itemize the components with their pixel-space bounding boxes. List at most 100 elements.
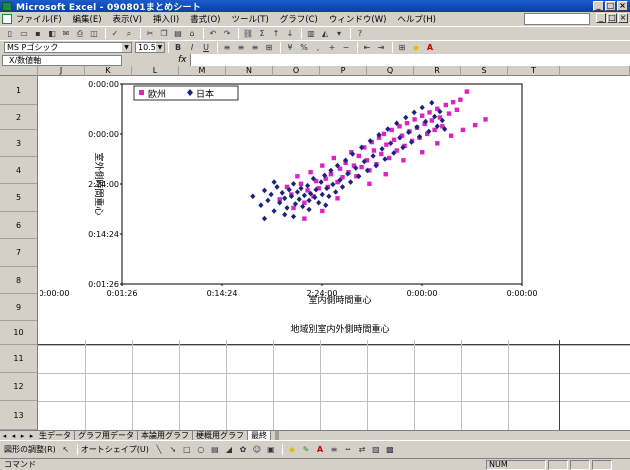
data-point-europe[interactable]: [302, 216, 307, 221]
column-header[interactable]: N: [226, 66, 273, 76]
menu-edit[interactable]: 編集(E): [73, 13, 102, 25]
row-header[interactable]: 4: [0, 157, 37, 184]
menu-help[interactable]: ヘルプ(H): [397, 13, 436, 25]
fill-color-draw-icon[interactable]: ◆: [286, 444, 298, 455]
y-axis-title[interactable]: 室外側時間重心: [93, 152, 105, 215]
chart-svg[interactable]: 0:00:000:00:002:24:000:14:240:01:26 0:00…: [40, 76, 560, 340]
data-point-europe[interactable]: [335, 196, 340, 201]
font-color-icon[interactable]: A: [424, 42, 436, 53]
italic-button[interactable]: I: [186, 42, 198, 53]
chart-wizard-icon[interactable]: ▥: [305, 28, 317, 39]
column-header-blank[interactable]: [560, 66, 630, 76]
email-icon[interactable]: ✉: [60, 28, 72, 39]
data-point-europe[interactable]: [464, 89, 469, 94]
data-point-europe[interactable]: [384, 142, 389, 147]
workbook-restore-button[interactable]: □: [607, 13, 617, 23]
data-point-europe[interactable]: [454, 107, 460, 112]
select-objects-icon[interactable]: ↖: [60, 444, 72, 455]
data-point-europe[interactable]: [391, 137, 397, 142]
row-header[interactable]: 9: [0, 294, 37, 321]
data-point-europe[interactable]: [308, 170, 313, 175]
diagram-icon[interactable]: ✿: [237, 444, 249, 455]
data-point-europe[interactable]: [320, 208, 325, 214]
data-point-europe[interactable]: [420, 150, 425, 155]
data-point-europe[interactable]: [446, 111, 452, 116]
help-icon[interactable]: ?: [354, 28, 366, 39]
copy-icon[interactable]: ❐: [158, 28, 170, 39]
3d-style-icon[interactable]: ▩: [384, 444, 396, 455]
format-painter-icon[interactable]: ⌂: [186, 28, 198, 39]
fill-color-icon[interactable]: ◆: [410, 42, 422, 53]
next-sheet-icon[interactable]: ▸: [18, 432, 27, 440]
oval-tool-icon[interactable]: ○: [195, 444, 207, 455]
font-name-select[interactable]: MS Pゴシック ▼: [4, 42, 132, 53]
data-point-europe[interactable]: [298, 181, 304, 186]
data-point-europe[interactable]: [367, 181, 372, 186]
sheet-tab-final[interactable]: 最終: [248, 430, 271, 441]
font-color-draw-icon[interactable]: A: [314, 444, 326, 455]
workbook-icon[interactable]: [2, 14, 12, 24]
sort-descending-icon[interactable]: ↓: [284, 28, 296, 39]
close-button[interactable]: ×: [617, 1, 628, 11]
row-header[interactable]: 5: [0, 184, 37, 212]
column-header[interactable]: P: [320, 66, 367, 76]
align-left-icon[interactable]: ≡: [221, 42, 233, 53]
data-point-europe[interactable]: [379, 151, 384, 157]
row-header[interactable]: 11: [0, 345, 37, 373]
merge-center-icon[interactable]: ⊞: [263, 42, 275, 53]
sheet-tab-graph-data[interactable]: グラフ用データ: [75, 430, 138, 441]
percent-button[interactable]: %: [298, 42, 310, 53]
align-center-icon[interactable]: ≡: [235, 42, 247, 53]
prev-sheet-icon[interactable]: ◂: [9, 432, 18, 440]
help-search-input[interactable]: [524, 13, 590, 25]
undo-icon[interactable]: ↶: [207, 28, 219, 39]
data-point-europe[interactable]: [386, 155, 392, 161]
zoom-icon[interactable]: ▾: [333, 28, 345, 39]
increase-decimal-icon[interactable]: +: [326, 42, 338, 53]
column-header[interactable]: S: [461, 66, 508, 76]
line-style-icon[interactable]: ≡: [328, 444, 340, 455]
data-point-europe[interactable]: [458, 97, 463, 102]
menu-insert[interactable]: 挿入(I): [153, 13, 179, 25]
rectangle-tool-icon[interactable]: □: [181, 444, 193, 455]
borders-icon[interactable]: ⊞: [396, 42, 408, 53]
new-file-icon[interactable]: ▯: [4, 28, 16, 39]
print-icon[interactable]: ⎙: [74, 28, 86, 39]
workbook-close-button[interactable]: ×: [618, 13, 628, 23]
column-header[interactable]: M: [179, 66, 226, 76]
sheet-tab-raw-data[interactable]: 生データ: [36, 430, 75, 441]
row-header[interactable]: 13: [0, 401, 37, 430]
save-icon[interactable]: ▪: [32, 28, 44, 39]
column-header[interactable]: O: [273, 66, 320, 76]
data-point-europe[interactable]: [397, 124, 402, 129]
sort-ascending-icon[interactable]: ↑: [270, 28, 282, 39]
workbook-minimize-button[interactable]: _: [596, 13, 606, 23]
data-point-europe[interactable]: [389, 127, 394, 133]
row-header[interactable]: 3: [0, 130, 37, 157]
x-axis-title[interactable]: 室内側時間重心: [308, 294, 371, 306]
minimize-button[interactable]: _: [593, 1, 604, 11]
data-point-europe[interactable]: [401, 158, 406, 163]
line-color-icon[interactable]: ✎: [300, 444, 312, 455]
comma-style-icon[interactable]: ,: [312, 42, 324, 53]
formula-input[interactable]: [190, 54, 630, 66]
underline-button[interactable]: U: [200, 42, 212, 53]
menu-window[interactable]: ウィンドウ(W): [329, 13, 387, 25]
data-point-europe[interactable]: [320, 163, 325, 168]
decrease-indent-icon[interactable]: ⇤: [361, 42, 373, 53]
line-tool-icon[interactable]: ╲: [153, 444, 165, 455]
row-header[interactable]: 12: [0, 373, 37, 401]
data-point-europe[interactable]: [359, 164, 364, 170]
chart-legend[interactable]: 欧州 日本: [133, 85, 239, 101]
sheet-tab-main-graph[interactable]: 本論用グラフ: [138, 430, 193, 441]
sheet-tab-summary-graph[interactable]: 梗概用グラフ: [193, 430, 248, 441]
name-box[interactable]: X/数値軸: [2, 54, 122, 66]
print-preview-icon[interactable]: ◫: [88, 28, 100, 39]
data-point-europe[interactable]: [331, 155, 336, 161]
menu-chart[interactable]: グラフ(C): [280, 13, 318, 25]
dash-style-icon[interactable]: ┅: [342, 444, 354, 455]
column-header[interactable]: K: [85, 66, 132, 76]
row-header[interactable]: 1: [0, 76, 37, 105]
tab-split-handle[interactable]: [275, 430, 279, 441]
data-point-europe[interactable]: [291, 205, 296, 211]
